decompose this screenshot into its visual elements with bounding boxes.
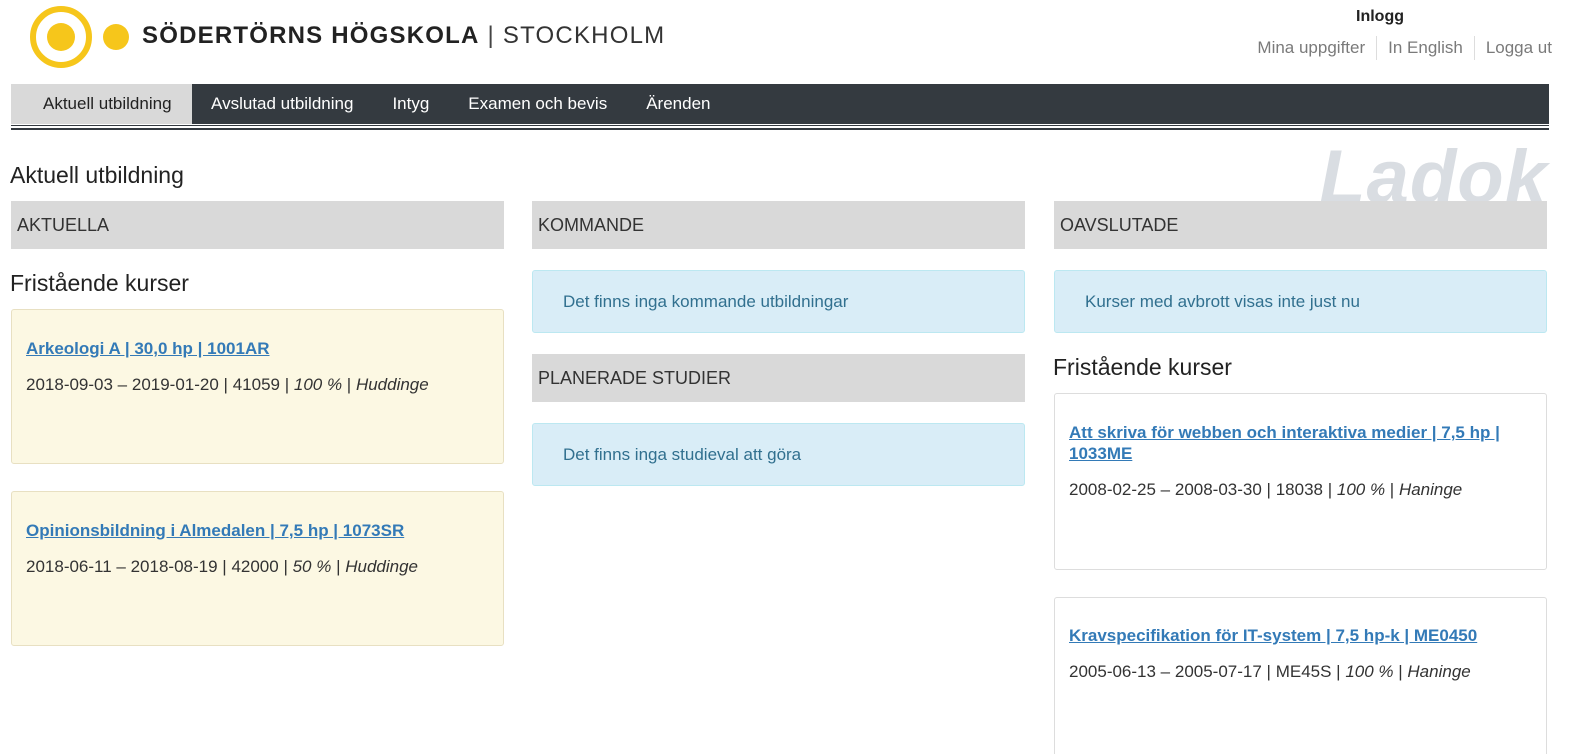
course-card: Kravspecifikation för IT-system | 7,5 hp… <box>1054 597 1547 754</box>
course-location: Haninge <box>1398 480 1463 499</box>
upcoming-empty-message: Det finns inga kommande utbildningar <box>532 270 1025 333</box>
course-meta: 2005-06-13 – 2005-07-17 | ME45S | 100 % … <box>1069 662 1471 681</box>
course-dates: 2008-02-25 – 2008-03-30 <box>1069 480 1262 499</box>
tab-cases[interactable]: Ärenden <box>627 84 730 124</box>
upcoming-heading: KOMMANDE <box>532 201 1025 249</box>
course-link[interactable]: Arkeologi A | 30,0 hp | 1001AR <box>26 338 489 359</box>
unfinished-column: OAVSLUTADE Kurser med avbrott visas inte… <box>1053 201 1547 754</box>
planned-empty-message: Det finns inga studieval att göra <box>532 423 1025 486</box>
course-dates: 2018-09-03 – 2019-01-20 <box>26 375 219 394</box>
logout-link[interactable]: Logga ut <box>1473 36 1552 60</box>
course-meta: 2018-06-11 – 2018-08-19 | 42000 | 50 % |… <box>26 557 418 576</box>
top-links: Mina uppgifter In English Logga ut <box>1246 36 1552 60</box>
course-meta: 2008-02-25 – 2008-03-30 | 18038 | 100 % … <box>1069 480 1463 499</box>
upcoming-column: KOMMANDE Det finns inga kommande utbildn… <box>532 201 1025 486</box>
tab-completed-education[interactable]: Avslutad utbildning <box>192 84 373 124</box>
unfinished-group-title: Fristående kurser <box>1053 354 1232 380</box>
course-link[interactable]: Opinionsbildning i Almedalen | 7,5 hp | … <box>26 520 489 541</box>
course-code: ME45S <box>1275 662 1332 681</box>
course-pace: 100 % <box>1345 662 1394 681</box>
course-pace: 100 % <box>1336 480 1386 499</box>
course-dates: 2018-06-11 – 2018-08-19 <box>26 557 218 576</box>
course-card: Arkeologi A | 30,0 hp | 1001AR 2018-09-0… <box>11 309 504 464</box>
page-title: Aktuell utbildning <box>10 162 184 188</box>
login-label: Inlogg <box>1356 8 1404 25</box>
course-location: Huddinge <box>345 557 418 576</box>
course-link[interactable]: Kravspecifikation för IT-system | 7,5 hp… <box>1069 625 1532 646</box>
course-location: Haninge <box>1407 662 1471 681</box>
tab-current-education[interactable]: Aktuell utbildning <box>11 84 192 124</box>
current-group-title: Fristående kurser <box>10 270 189 296</box>
logo-dot <box>103 24 129 50</box>
tab-degree[interactable]: Examen och bevis <box>449 84 627 124</box>
course-dates: 2005-06-13 – 2005-07-17 <box>1069 662 1262 681</box>
course-card: Att skriva för webben och interaktiva me… <box>1054 393 1547 570</box>
main-navbar: Aktuell utbildning Avslutad utbildning I… <box>11 84 1549 124</box>
planned-heading: PLANERADE STUDIER <box>532 354 1025 402</box>
course-pace: 50 % <box>292 557 332 576</box>
brand-wordmark: SÖDERTÖRNS HÖGSKOLA | STOCKHOLM <box>142 22 665 50</box>
navbar-underline-gap <box>11 126 1549 128</box>
my-info-link[interactable]: Mina uppgifter <box>1246 36 1376 60</box>
brand-name: SÖDERTÖRNS HÖGSKOLA <box>142 22 480 49</box>
course-code: 42000 <box>231 557 279 576</box>
course-card: Opinionsbildning i Almedalen | 7,5 hp | … <box>11 491 504 646</box>
course-pace: 100 % <box>293 375 343 394</box>
interrupted-courses-notice: Kurser med avbrott visas inte just nu <box>1054 270 1547 333</box>
course-code: 18038 <box>1275 480 1323 499</box>
course-location: Huddinge <box>355 375 429 394</box>
unfinished-heading: OAVSLUTADE <box>1054 201 1547 249</box>
brand-separator: | <box>487 22 495 49</box>
current-heading: AKTUELLA <box>11 201 504 249</box>
course-meta: 2018-09-03 – 2019-01-20 | 41059 | 100 % … <box>26 375 429 394</box>
course-code: 41059 <box>232 375 280 394</box>
brand-city: STOCKHOLM <box>502 22 666 49</box>
english-link[interactable]: In English <box>1376 36 1474 60</box>
course-link[interactable]: Att skriva för webben och interaktiva me… <box>1069 422 1532 464</box>
tab-certificates[interactable]: Intyg <box>373 84 449 124</box>
university-logo <box>30 6 92 68</box>
current-column: AKTUELLA Fristående kurser Arkeologi A |… <box>10 201 504 646</box>
